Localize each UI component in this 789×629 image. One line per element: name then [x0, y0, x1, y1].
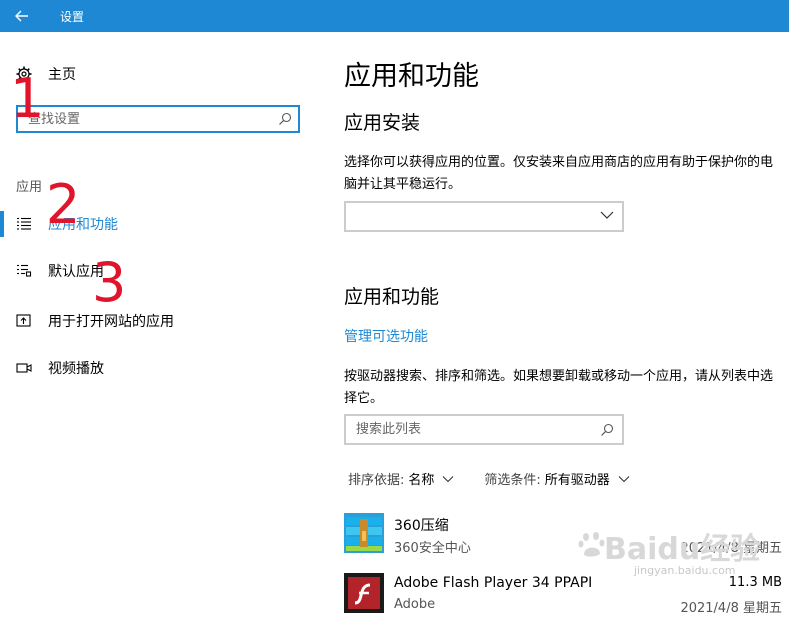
- chevron-down-icon: [618, 475, 630, 482]
- active-indicator: [0, 211, 4, 237]
- apps-heading: 应用和功能: [344, 286, 440, 308]
- sidebar-item-label: 用于打开网站的应用: [48, 314, 174, 330]
- search-icon[interactable]: [278, 112, 292, 126]
- chevron-down-icon: [600, 211, 614, 219]
- install-description: 选择你可以获得应用的位置。仅安装来自应用商店的应用有助于保护你的电脑并让其平稳运…: [344, 155, 774, 192]
- sidebar-item-default-apps[interactable]: 默认应用: [0, 253, 330, 289]
- app-publisher: Adobe: [394, 597, 436, 612]
- app-publisher: 360安全中心: [394, 541, 471, 556]
- annotation-2: 2: [46, 173, 81, 236]
- app-name: Adobe Flash Player 34 PPAPI: [394, 575, 593, 591]
- back-arrow-icon: [15, 10, 28, 22]
- sort-value: 名称: [408, 473, 435, 488]
- app-list-item[interactable]: 360压缩 360安全中心 2021/4/8 星期五: [344, 513, 789, 569]
- flash-player-icon: [344, 573, 384, 613]
- settings-search-box[interactable]: [16, 105, 300, 133]
- filter-label: 筛选条件:: [484, 473, 541, 488]
- manage-optional-features-link[interactable]: 管理可选功能: [344, 326, 428, 346]
- home-label: 主页: [48, 67, 76, 83]
- search-icon[interactable]: [600, 423, 614, 437]
- sidebar: 主页 应用 应用和功能 默认应用: [0, 32, 330, 599]
- list-search-input[interactable]: [346, 416, 596, 443]
- apps-description: 按驱动器搜索、排序和筛选。如果想要卸载或移动一个应用，请从列表中选择它。: [344, 369, 774, 406]
- chevron-down-icon: [443, 475, 454, 482]
- section-label: 应用: [16, 180, 43, 195]
- sidebar-item-label: 视频播放: [48, 361, 104, 377]
- filter-value: 所有驱动器: [544, 473, 610, 488]
- filter-dropdown[interactable]: 筛选条件: 所有驱动器: [484, 469, 659, 488]
- open-website-icon: [16, 314, 31, 327]
- list-search-box[interactable]: [344, 414, 624, 445]
- settings-search-input[interactable]: [18, 107, 278, 131]
- sidebar-item-video-playback[interactable]: 视频播放: [0, 350, 330, 386]
- sort-label: 排序依据:: [348, 473, 405, 488]
- window-title: 设置: [60, 10, 85, 24]
- sort-dropdown[interactable]: 排序依据: 名称: [348, 469, 484, 488]
- sort-filter-row: 排序依据: 名称 筛选条件: 所有驱动器: [348, 469, 660, 488]
- video-icon: [16, 363, 32, 373]
- 360-zip-icon: [344, 513, 384, 553]
- annotation-1: 1: [10, 67, 45, 130]
- page-title: 应用和功能: [344, 61, 479, 92]
- default-apps-icon: [17, 264, 32, 277]
- app-list-item[interactable]: Adobe Flash Player 34 PPAPI Adobe 11.3 M…: [344, 573, 789, 629]
- install-heading: 应用安装: [344, 112, 421, 134]
- sidebar-item-open-websites[interactable]: 用于打开网站的应用: [0, 303, 330, 339]
- list-icon: [17, 217, 31, 230]
- back-button[interactable]: [0, 0, 44, 32]
- annotation-3: 3: [92, 251, 127, 314]
- app-name: 360压缩: [394, 518, 449, 534]
- app-date: 2021/4/8 星期五: [680, 541, 782, 556]
- install-source-select[interactable]: [344, 201, 624, 232]
- app-size: 11.3 MB: [728, 575, 782, 590]
- title-bar: 设置: [0, 0, 789, 32]
- app-date: 2021/4/8 星期五: [680, 601, 782, 616]
